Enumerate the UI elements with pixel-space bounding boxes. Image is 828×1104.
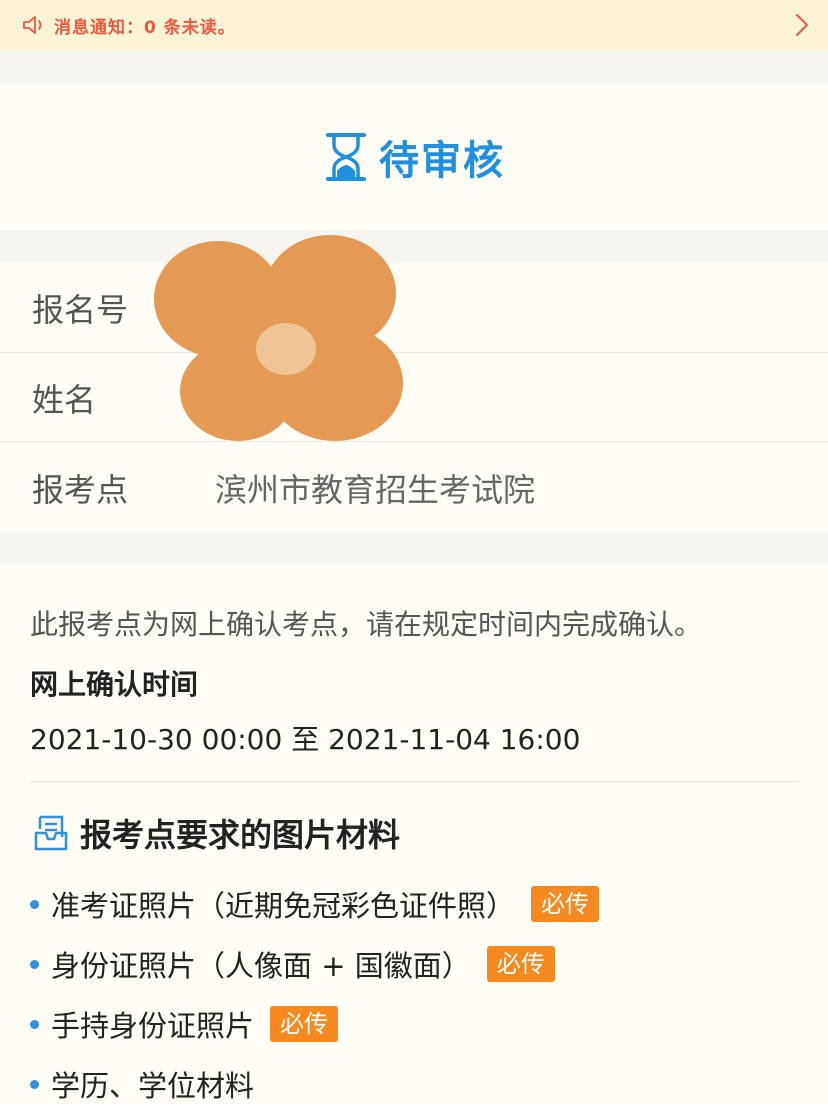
list-item: 手持身份证照片 必传 (30, 1003, 339, 1045)
required-badge: 必传 (531, 886, 600, 922)
material-text: 学历、学位材料 (51, 1069, 255, 1103)
list-item: 准考证照片（近期免冠彩色证件照） 必传 (30, 883, 600, 925)
document-icon (34, 815, 68, 851)
info-row-name: 姓名 (0, 353, 828, 443)
bullet-icon (30, 959, 39, 969)
bullet-icon (30, 1019, 39, 1029)
registration-info-card: 报名号 姓名 报考点 滨州市教育招生考试院 (0, 263, 828, 533)
status-title: 待审核 (379, 138, 505, 184)
info-label: 报考点 (32, 471, 129, 509)
info-value: 滨州市教育招生考试院 (215, 471, 536, 509)
chevron-right-icon[interactable] (794, 12, 810, 38)
confirmation-card: 此报考点为网上确认考点，请在规定时间内完成确认。 网上确认时间 2021-10-… (0, 565, 828, 1104)
info-label: 报名号 (32, 291, 129, 329)
materials-title: 报考点要求的图片材料 (80, 816, 401, 854)
list-item: 学历、学位材料 (30, 1063, 254, 1104)
notice-text: 消息通知：0 条未读。 (54, 17, 236, 38)
list-item: 身份证照片（人像面 + 国徽面） 必传 (30, 943, 555, 985)
section-divider (30, 781, 798, 782)
info-row-registration-number: 报名号 (0, 263, 828, 353)
material-text: 身份证照片（人像面 + 国徽面） (51, 949, 471, 983)
material-text: 手持身份证照片 (51, 1009, 255, 1043)
hourglass-icon (326, 133, 366, 181)
privacy-flower-sticker (154, 235, 403, 441)
info-label: 姓名 (32, 381, 97, 419)
row-divider (0, 441, 828, 442)
notice-bar[interactable]: 消息通知：0 条未读。 (0, 0, 828, 50)
speaker-icon (23, 16, 42, 34)
bullet-icon (30, 1079, 39, 1089)
confirm-time-range: 2021-10-30 00:00 至 2021-11-04 16:00 (30, 723, 581, 756)
confirm-time-title: 网上确认时间 (30, 668, 199, 701)
info-row-exam-site: 报考点 滨州市教育招生考试院 (0, 443, 828, 533)
material-text: 准考证照片（近期免冠彩色证件照） (51, 889, 516, 923)
status-card: 待审核 (0, 84, 828, 230)
confirm-hint: 此报考点为网上确认考点，请在规定时间内完成确认。 (30, 608, 703, 641)
bullet-icon (30, 899, 39, 909)
materials-header: 报考点要求的图片材料 (34, 810, 400, 856)
required-badge: 必传 (486, 946, 555, 982)
required-badge: 必传 (270, 1006, 339, 1042)
